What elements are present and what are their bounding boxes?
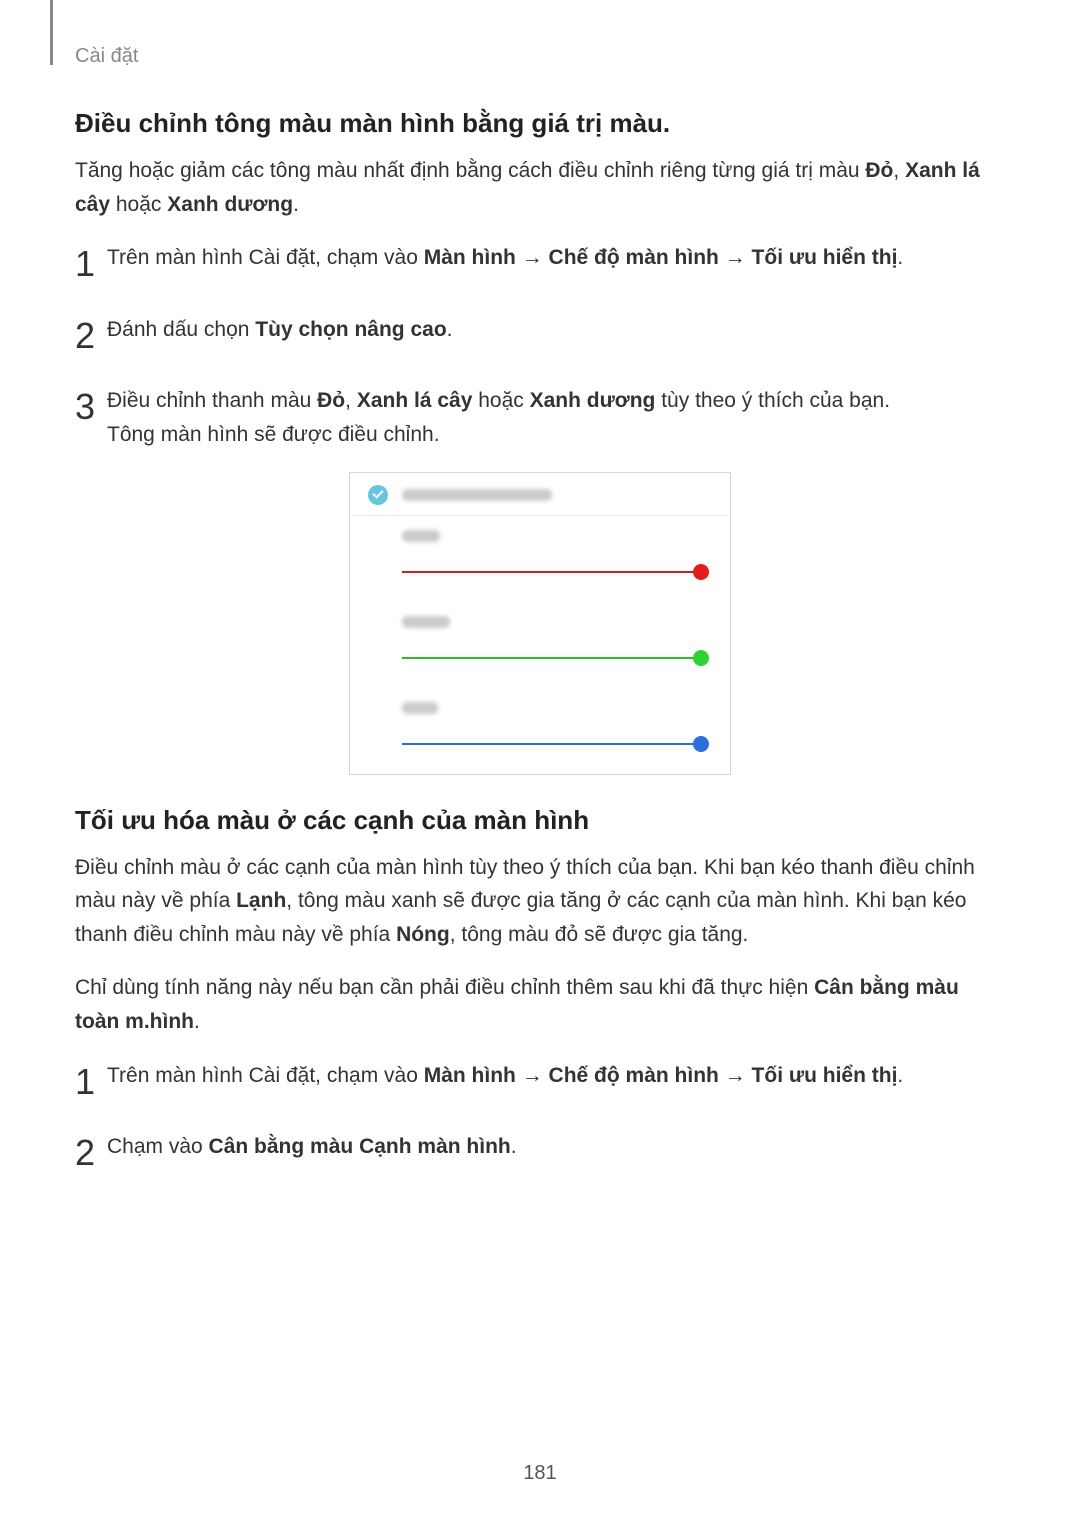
heading-section-1: Điều chỉnh tông màu màn hình bằng giá tr… (75, 108, 1005, 139)
bold: Chế độ màn hình (549, 246, 719, 269)
text: . (511, 1135, 517, 1158)
text: . (447, 318, 453, 341)
bold: Xanh lá cây (357, 389, 473, 412)
blurred-label (402, 530, 440, 542)
bold: Màn hình (424, 246, 516, 269)
text: tùy theo ý thích của bạn. (655, 389, 890, 412)
bold-red: Đỏ (865, 159, 893, 182)
text: , tông màu đỏ sẽ được gia tăng. (450, 923, 749, 946)
figure-header (350, 473, 730, 516)
blurred-label (402, 489, 552, 501)
step-number: 3 (75, 378, 107, 436)
step-text: Đánh dấu chọn Tùy chọn nâng cao. (107, 313, 1005, 347)
text: . (293, 193, 299, 216)
bold: Tối ưu hiển thị (752, 246, 898, 269)
step-number: 1 (75, 235, 107, 293)
check-icon (368, 485, 388, 505)
bold: Màn hình (424, 1064, 516, 1087)
step-item: 2 Đánh dấu chọn Tùy chọn nâng cao. (75, 313, 1005, 365)
step-text: Điều chỉnh thanh màu Đỏ, Xanh lá cây hoặ… (107, 384, 1005, 451)
slider-handle[interactable] (693, 736, 709, 752)
bold: Lạnh (236, 889, 286, 912)
text: Đánh dấu chọn (107, 318, 255, 341)
slider-line (402, 657, 702, 659)
bold: Tối ưu hiển thị (752, 1064, 898, 1087)
text: Tông màn hình sẽ được điều chỉnh. (107, 423, 440, 446)
step-item: 2 Chạm vào Cân bằng màu Cạnh màn hình. (75, 1130, 1005, 1182)
bold: Đỏ (317, 389, 345, 412)
breadcrumb: Cài đặt (75, 45, 1005, 68)
heading-section-2: Tối ưu hóa màu ở các cạnh của màn hình (75, 805, 1005, 836)
step-item: 3 Điều chỉnh thanh màu Đỏ, Xanh lá cây h… (75, 384, 1005, 451)
slider-handle[interactable] (693, 564, 709, 580)
slider-green[interactable] (402, 648, 702, 668)
paragraph-s2-1: Điều chỉnh màu ở các cạnh của màn hình t… (75, 851, 1005, 952)
steps-section-1: 1 Trên màn hình Cài đặt, chạm vào Màn hì… (75, 241, 1005, 451)
bold: Chế độ màn hình (549, 1064, 719, 1087)
text: → (516, 1064, 549, 1087)
paragraph-s2-2: Chỉ dùng tính năng này nếu bạn cần phải … (75, 971, 1005, 1038)
bold: Nóng (396, 923, 450, 946)
step-item: 1 Trên màn hình Cài đặt, chạm vào Màn hì… (75, 241, 1005, 293)
figure-color-sliders (349, 472, 731, 775)
slider-blue-block (350, 688, 730, 774)
slider-red-block (350, 516, 730, 602)
text: Chỉ dùng tính năng này nếu bạn cần phải … (75, 976, 814, 999)
text: Trên màn hình Cài đặt, chạm vào (107, 246, 424, 269)
slider-line (402, 571, 702, 573)
text: Điều chỉnh thanh màu (107, 389, 317, 412)
bold: Tùy chọn nâng cao (255, 318, 446, 341)
bold: Cân bằng màu Cạnh màn hình (209, 1135, 511, 1158)
text: . (194, 1010, 200, 1033)
slider-handle[interactable] (693, 650, 709, 666)
step-number: 1 (75, 1053, 107, 1111)
header-accent-bar (50, 0, 53, 65)
step-text: Trên màn hình Cài đặt, chạm vào Màn hình… (107, 1059, 1005, 1093)
text: → (719, 1064, 752, 1087)
step-text: Trên màn hình Cài đặt, chạm vào Màn hình… (107, 241, 1005, 275)
step-number: 2 (75, 307, 107, 365)
text: → (516, 246, 549, 269)
slider-red[interactable] (402, 562, 702, 582)
bold-blue: Xanh dương (167, 193, 293, 216)
text: Trên màn hình Cài đặt, chạm vào (107, 1064, 424, 1087)
step-item: 1 Trên màn hình Cài đặt, chạm vào Màn hì… (75, 1059, 1005, 1111)
step-number: 2 (75, 1124, 107, 1182)
step-text: Chạm vào Cân bằng màu Cạnh màn hình. (107, 1130, 1005, 1164)
slider-blue[interactable] (402, 734, 702, 754)
slider-green-block (350, 602, 730, 688)
text: Tăng hoặc giảm các tông màu nhất định bằ… (75, 159, 865, 182)
text: hoặc (110, 193, 167, 216)
text: → (719, 246, 752, 269)
slider-line (402, 743, 702, 745)
text: . (897, 1064, 903, 1087)
bold: Xanh dương (530, 389, 656, 412)
page-number: 181 (0, 1462, 1080, 1485)
blurred-label (402, 616, 450, 628)
text: , (893, 159, 905, 182)
text: . (897, 246, 903, 269)
text: Chạm vào (107, 1135, 209, 1158)
text: , (345, 389, 357, 412)
intro-section-1: Tăng hoặc giảm các tông màu nhất định bằ… (75, 154, 1005, 221)
steps-section-2: 1 Trên màn hình Cài đặt, chạm vào Màn hì… (75, 1059, 1005, 1182)
text: hoặc (472, 389, 529, 412)
blurred-label (402, 702, 438, 714)
